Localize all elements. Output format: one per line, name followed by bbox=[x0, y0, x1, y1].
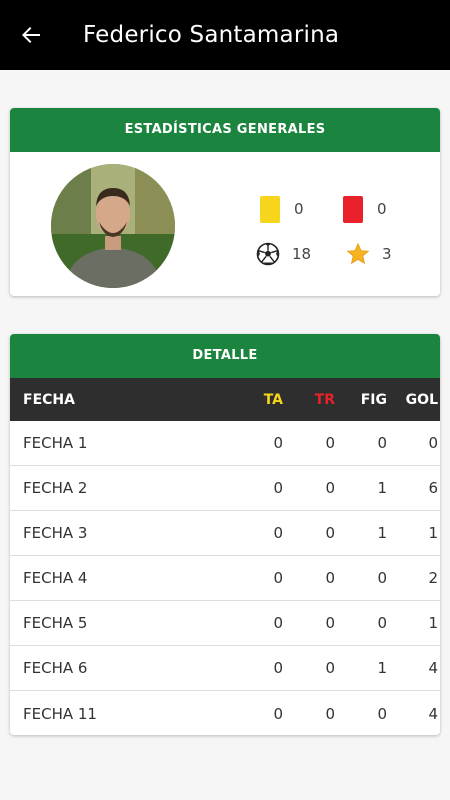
general-stats-header: ESTADÍSTICAS GENERALES bbox=[10, 108, 440, 152]
cell-ta: 0 bbox=[273, 704, 283, 723]
table-header-row: FECHA TA TR FIG GOL bbox=[10, 378, 440, 421]
table-row: FECHA 5 0 0 0 1 bbox=[10, 601, 440, 646]
cell-gol: 1 bbox=[428, 524, 438, 542]
cell-gol: 6 bbox=[428, 479, 438, 497]
cell-gol: 4 bbox=[428, 704, 438, 723]
cell-fig: 0 bbox=[377, 704, 387, 723]
cell-ta: 0 bbox=[273, 524, 283, 542]
page-title: Federico Santamarina bbox=[83, 22, 340, 48]
cell-fecha: FECHA 5 bbox=[23, 614, 88, 632]
cell-ta: 0 bbox=[273, 479, 283, 497]
cell-tr: 0 bbox=[325, 659, 335, 677]
back-button[interactable] bbox=[0, 0, 62, 70]
cell-fig: 1 bbox=[377, 524, 387, 542]
cell-tr: 0 bbox=[325, 614, 335, 632]
cell-fecha: FECHA 4 bbox=[23, 569, 88, 587]
cell-fig: 1 bbox=[377, 659, 387, 677]
col-fecha-header: FECHA bbox=[23, 391, 75, 408]
col-ta-header: TA bbox=[263, 391, 283, 408]
cell-gol: 2 bbox=[428, 569, 438, 587]
cell-fecha: FECHA 3 bbox=[23, 524, 88, 542]
col-fig-header: FIG bbox=[360, 391, 387, 408]
col-tr-header: TR bbox=[314, 391, 335, 408]
red-card-icon bbox=[341, 195, 365, 223]
general-stats-card: ESTADÍSTICAS GENERALES 0 0 18 3 bbox=[10, 108, 440, 296]
cell-tr: 0 bbox=[325, 524, 335, 542]
cell-fecha: FECHA 2 bbox=[23, 479, 88, 497]
detail-header: DETALLE bbox=[10, 334, 440, 378]
cell-fig: 0 bbox=[377, 569, 387, 587]
goals-stat: 18 bbox=[256, 240, 311, 268]
yellow-cards-count: 0 bbox=[294, 200, 304, 218]
cell-fecha: FECHA 6 bbox=[23, 659, 88, 677]
cell-tr: 0 bbox=[325, 479, 335, 497]
red-cards-count: 0 bbox=[377, 200, 387, 218]
cell-gol: 0 bbox=[428, 434, 438, 452]
star-icon bbox=[346, 240, 370, 268]
table-row: FECHA 2 0 0 1 6 bbox=[10, 466, 440, 511]
cell-ta: 0 bbox=[273, 569, 283, 587]
cell-tr: 0 bbox=[325, 704, 335, 723]
general-stats-body: 0 0 18 3 bbox=[10, 152, 440, 296]
table-row: FECHA 3 0 0 1 1 bbox=[10, 511, 440, 556]
cell-tr: 0 bbox=[325, 434, 335, 452]
mvp-stat: 3 bbox=[346, 240, 392, 268]
cell-ta: 0 bbox=[273, 434, 283, 452]
cell-tr: 0 bbox=[325, 569, 335, 587]
col-gol-header: GOL bbox=[405, 391, 438, 408]
cell-fecha: FECHA 1 bbox=[23, 434, 88, 452]
cell-gol: 4 bbox=[428, 659, 438, 677]
cell-fig: 0 bbox=[377, 434, 387, 452]
app-bar: Federico Santamarina bbox=[0, 0, 450, 70]
player-avatar bbox=[51, 164, 175, 288]
red-cards-stat: 0 bbox=[341, 195, 387, 223]
soccer-ball-icon bbox=[256, 240, 280, 268]
cell-fecha: FECHA 11 bbox=[23, 704, 97, 723]
yellow-cards-stat: 0 bbox=[258, 195, 304, 223]
table-row: FECHA 11 0 0 0 4 bbox=[10, 691, 440, 735]
cell-ta: 0 bbox=[273, 659, 283, 677]
cell-ta: 0 bbox=[273, 614, 283, 632]
mvp-count: 3 bbox=[382, 245, 392, 263]
table-row: FECHA 6 0 0 1 4 bbox=[10, 646, 440, 691]
detail-card: DETALLE FECHA TA TR FIG GOL FECHA 1 0 0 … bbox=[10, 334, 440, 735]
yellow-card-icon bbox=[258, 195, 282, 223]
goals-count: 18 bbox=[292, 245, 312, 263]
table-row: FECHA 4 0 0 0 2 bbox=[10, 556, 440, 601]
arrow-left-icon bbox=[22, 27, 40, 43]
cell-gol: 1 bbox=[428, 614, 438, 632]
cell-fig: 0 bbox=[377, 614, 387, 632]
table-row: FECHA 1 0 0 0 0 bbox=[10, 421, 440, 466]
cell-fig: 1 bbox=[377, 479, 387, 497]
